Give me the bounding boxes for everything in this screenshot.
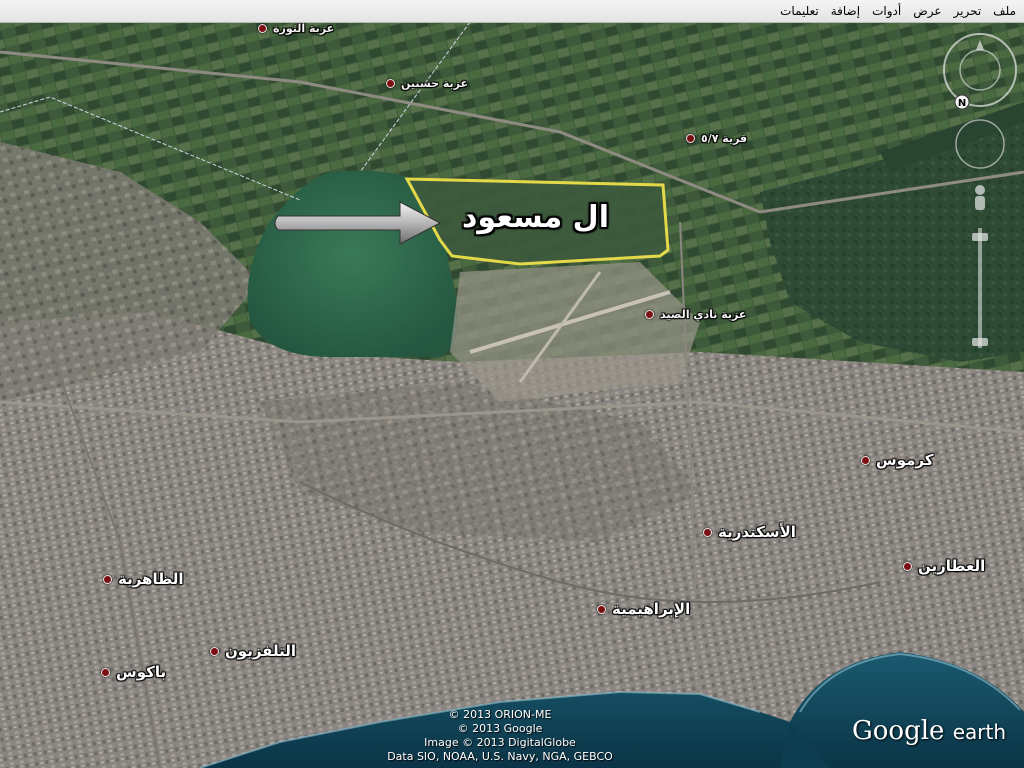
imagery-attribution: © 2013 ORION-ME © 2013 Google Image © 20… [380, 708, 620, 764]
satellite-imagery [0, 22, 1024, 768]
navigation-controls: N [943, 33, 1017, 348]
logo-brand: Google [852, 716, 945, 746]
satellite-map[interactable]: ال مسعود عزبة الثورة عزبة حسنين قرية ٥/٧… [0, 22, 1024, 768]
placemark-icon [703, 527, 712, 537]
menu-add[interactable]: إضافة [825, 4, 866, 18]
placemark-zahriya[interactable]: الظاهرية [103, 570, 183, 588]
placemark-label: الظاهرية [118, 570, 184, 588]
placemark-ibrahimiya[interactable]: الإبراهيمية [597, 600, 690, 618]
logo-suffix: earth [952, 720, 1006, 744]
placemark-karmous[interactable]: كرموس [861, 451, 933, 469]
placemark-icon [861, 455, 870, 465]
placemark-izbet-hassanein[interactable]: عزبة حسنين [386, 77, 468, 90]
placemark-label: الإبراهيمية [612, 600, 691, 618]
google-earth-logo: Google earth [852, 716, 1006, 746]
placemark-label: قرية ٥/٧ [701, 132, 748, 145]
attribution-line: Data SIO, NOAA, U.S. Navy, NGA, GEBCO [387, 750, 613, 763]
placemark-bacos[interactable]: باكوس [101, 663, 166, 681]
attribution-line: Image © 2013 DigitalGlobe [424, 736, 576, 749]
placemark-alexandria[interactable]: الأسكندرية [703, 523, 796, 541]
placemark-icon [903, 561, 912, 571]
placemark-icon [210, 646, 219, 656]
placemark-izbet-althawra[interactable]: عزبة الثورة [258, 22, 334, 35]
menu-file[interactable]: ملف [987, 4, 1024, 18]
menu-view[interactable]: عرض [907, 4, 947, 18]
placemark-icon [386, 79, 395, 88]
attribution-line: © 2013 Google [457, 722, 543, 735]
menu-tools[interactable]: أدوات [866, 4, 907, 18]
menu-edit[interactable]: تحرير [948, 4, 988, 18]
menu-bar: ملف تحرير عرض أدوات إضافة تعليمات [0, 0, 1024, 23]
compass-north-icon[interactable]: N [954, 94, 970, 110]
look-joystick-icon[interactable] [943, 33, 1017, 107]
move-joystick-icon[interactable] [955, 119, 1005, 169]
placemark-icon [101, 667, 110, 677]
placemark-attarin[interactable]: العطارين [903, 557, 985, 575]
street-view-pegman-icon[interactable] [975, 185, 985, 210]
placemark-label: العطارين [918, 557, 986, 575]
placemark-icon [597, 604, 606, 614]
placemark-label: الأسكندرية [718, 523, 796, 541]
placemark-label: عزبة نادي الصيد [660, 308, 747, 321]
placemark-label: باكوس [116, 663, 167, 681]
placemark-izbet-nadi-alsaid[interactable]: عزبة نادي الصيد [645, 308, 746, 321]
placemark-icon [645, 310, 654, 319]
compass-letter: N [958, 98, 966, 109]
placemark-icon [103, 574, 112, 584]
zoom-slider[interactable] [972, 228, 988, 348]
placemark-label: التلفزيون [225, 642, 296, 660]
placemark-qaryat-5-7[interactable]: قرية ٥/٧ [686, 132, 747, 145]
attribution-line: © 2013 ORION-ME [448, 708, 552, 721]
placemark-telephone[interactable]: التلفزيون [210, 642, 296, 660]
placemark-label: كرموس [876, 451, 934, 469]
highlight-label: ال مسعود [462, 200, 609, 235]
placemark-icon [686, 134, 695, 143]
placemark-label: عزبة حسنين [401, 77, 468, 90]
menu-help[interactable]: تعليمات [774, 4, 825, 18]
placemark-label: عزبة الثورة [273, 22, 335, 35]
placemark-icon [258, 24, 267, 33]
